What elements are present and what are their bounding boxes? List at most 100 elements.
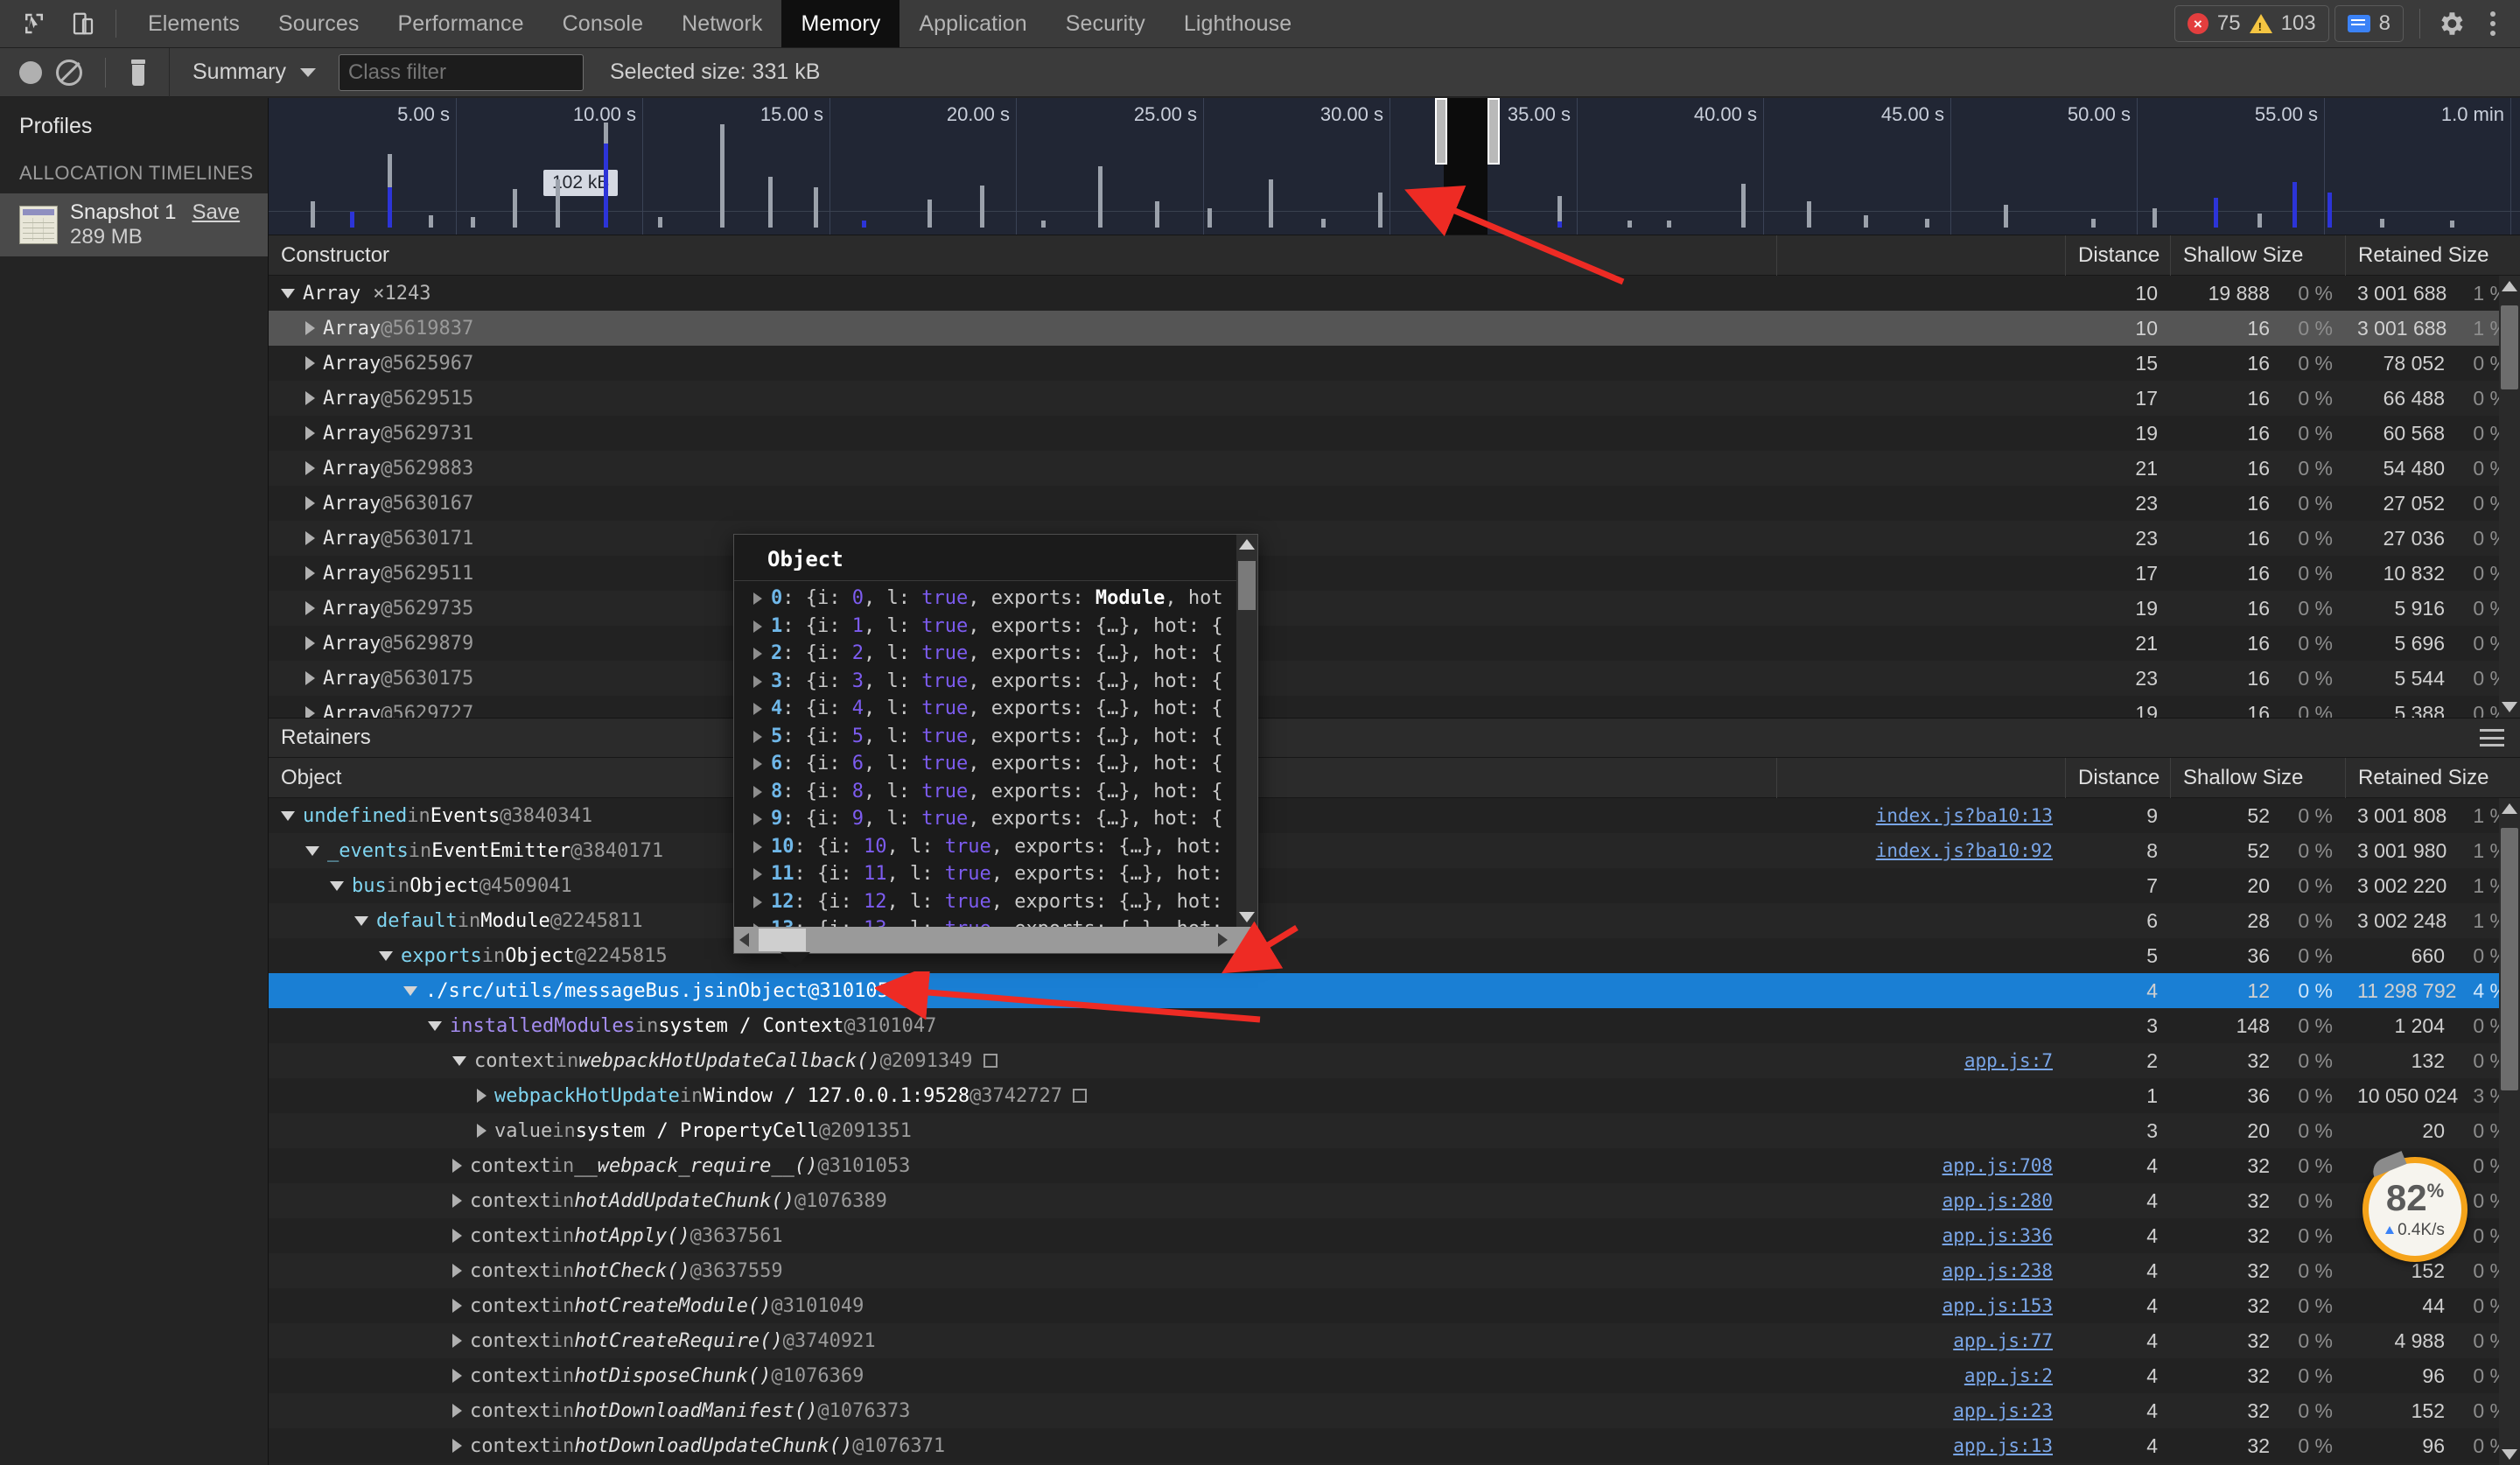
expand-triangle-icon[interactable] xyxy=(753,730,762,743)
expand-triangle-icon[interactable] xyxy=(753,813,762,825)
popup-property-row[interactable]: 5: {i: 5, l: true, exports: {…}, hot: { xyxy=(753,723,1257,751)
tab-application[interactable]: Application xyxy=(900,0,1046,47)
table-row[interactable]: Array @5629731 19 16 0 % 60 568 0 % xyxy=(269,416,2520,451)
scroll-left-icon[interactable] xyxy=(739,933,749,947)
messages-badge-group[interactable]: 8 xyxy=(2334,5,2404,42)
expand-triangle-icon[interactable] xyxy=(452,1194,462,1208)
expand-triangle-icon[interactable] xyxy=(452,1334,462,1348)
tab-network[interactable]: Network xyxy=(662,0,781,47)
popup-property-row[interactable]: 6: {i: 6, l: true, exports: {…}, hot: { xyxy=(753,750,1257,778)
table-row[interactable]: context in __webpack_require__() @310105… xyxy=(269,1148,2520,1183)
expand-triangle-icon[interactable] xyxy=(379,950,393,961)
retainers-scrollbar[interactable] xyxy=(2499,798,2520,1465)
expand-triangle-icon[interactable] xyxy=(477,1089,486,1103)
table-row[interactable]: Array @5629727 19 16 0 % 5 388 0 % xyxy=(269,696,2520,718)
table-row[interactable]: Array ×1243 10 19 888 0 % 3 001 688 1 % xyxy=(269,276,2520,311)
table-row[interactable]: Array @5629511 17 16 0 % 10 832 0 % xyxy=(269,556,2520,591)
trash-icon[interactable] xyxy=(129,59,148,86)
expand-triangle-icon[interactable] xyxy=(753,785,762,798)
table-row[interactable]: context in webpackHotUpdateCallback() @2… xyxy=(269,1043,2520,1078)
expand-triangle-icon[interactable] xyxy=(305,601,315,615)
expand-triangle-icon[interactable] xyxy=(753,758,762,770)
table-row[interactable]: context in hotCheck() @3637559 app.js:238… xyxy=(269,1253,2520,1288)
table-row[interactable]: context in hotDownloadManifest() @107637… xyxy=(269,1393,2520,1428)
source-link[interactable]: app.js:23 xyxy=(1953,1400,2053,1421)
table-row[interactable]: bus in Object @4509041 7 20 0 % 3 002 220 1 % xyxy=(269,868,2520,903)
scroll-up-icon[interactable] xyxy=(1239,539,1255,550)
table-row[interactable]: exports in Object @2245815 5 36 0 % 660 0 % xyxy=(269,938,2520,973)
expand-triangle-icon[interactable] xyxy=(305,531,315,545)
source-link[interactable]: app.js:708 xyxy=(1942,1155,2053,1176)
column-header-retained-size[interactable]: Retained Size xyxy=(2345,757,2520,798)
popup-property-row[interactable]: 10: {i: 10, l: true, exports: {…}, hot: xyxy=(753,833,1257,861)
source-link[interactable]: app.js:336 xyxy=(1942,1225,2053,1246)
table-row[interactable]: _events in EventEmitter @3840171 index.js… xyxy=(269,833,2520,868)
column-header-shallow-size[interactable]: Shallow Size xyxy=(2170,235,2345,276)
column-header-distance[interactable]: Distance xyxy=(2065,235,2170,276)
table-row[interactable]: context in hotCreateRequire() @3740921 ap… xyxy=(269,1323,2520,1358)
expand-triangle-icon[interactable] xyxy=(281,288,295,298)
scrollbar-thumb[interactable] xyxy=(1238,561,1256,610)
table-row[interactable]: Array @5630171 23 16 0 % 27 036 0 % xyxy=(269,521,2520,556)
table-row[interactable]: context in hotDisposeChunk() @1076369 app… xyxy=(269,1358,2520,1393)
table-row[interactable]: Array @5629883 21 16 0 % 54 480 0 % xyxy=(269,451,2520,486)
column-header-retained-size[interactable]: Retained Size xyxy=(2345,235,2520,276)
table-row[interactable]: undefined in Events @3840341 index.js?ba1… xyxy=(269,798,2520,833)
source-link[interactable]: index.js?ba10:92 xyxy=(1876,840,2053,861)
popup-property-row[interactable]: 8: {i: 8, l: true, exports: {…}, hot: { xyxy=(753,778,1257,806)
table-row[interactable]: default in Module @2245811 6 28 0 % 3 002 24… xyxy=(269,903,2520,938)
popup-property-row[interactable]: 4: {i: 4, l: true, exports: {…}, hot: { xyxy=(753,695,1257,723)
tab-console[interactable]: Console xyxy=(543,0,662,47)
column-header-constructor[interactable]: Constructor xyxy=(269,235,1776,276)
table-row[interactable]: context in hotCreateModule() @3101049 app… xyxy=(269,1288,2520,1323)
expand-triangle-icon[interactable] xyxy=(753,620,762,633)
scrollbar-thumb[interactable] xyxy=(2501,305,2518,389)
scroll-up-icon[interactable] xyxy=(2502,803,2517,814)
table-row[interactable]: value in system / PropertyCell @2091351 3… xyxy=(269,1113,2520,1148)
popup-property-row[interactable]: 11: {i: 11, l: true, exports: {…}, hot: xyxy=(753,860,1257,888)
constructors-scrollbar[interactable] xyxy=(2499,276,2520,718)
expand-triangle-icon[interactable] xyxy=(753,675,762,688)
table-row[interactable]: ./src/utils/messageBus.js in Object @310… xyxy=(269,973,2520,1008)
source-link[interactable]: app.js:7 xyxy=(1964,1050,2053,1071)
tab-elements[interactable]: Elements xyxy=(129,0,259,47)
tab-performance[interactable]: Performance xyxy=(378,0,542,47)
popup-vertical-scrollbar[interactable] xyxy=(1236,535,1257,927)
scrollbar-thumb[interactable] xyxy=(759,929,806,951)
inspect-element-icon[interactable] xyxy=(14,4,54,44)
expand-triangle-icon[interactable] xyxy=(403,985,417,996)
expand-triangle-icon[interactable] xyxy=(753,648,762,660)
table-row[interactable]: installedModules in system / Context @31… xyxy=(269,1008,2520,1043)
expand-triangle-icon[interactable] xyxy=(305,636,315,650)
table-row[interactable]: Array @5619837 10 16 0 % 3 001 688 1 % xyxy=(269,311,2520,346)
table-row[interactable]: context in hotAddUpdateChunk() @1076389 a… xyxy=(269,1183,2520,1218)
expand-triangle-icon[interactable] xyxy=(281,810,295,821)
popup-property-row[interactable]: 3: {i: 3, l: true, exports: {…}, hot: { xyxy=(753,668,1257,696)
source-link[interactable]: app.js:280 xyxy=(1942,1190,2053,1211)
no-entry-icon[interactable] xyxy=(56,59,82,86)
view-mode-select[interactable]: Summary xyxy=(170,60,316,85)
source-link[interactable]: app.js:2 xyxy=(1964,1365,2053,1386)
expand-triangle-icon[interactable] xyxy=(452,1055,466,1066)
expand-triangle-icon[interactable] xyxy=(452,1264,462,1278)
table-row[interactable]: Array @5629879 21 16 0 % 5 696 0 % xyxy=(269,626,2520,661)
expand-triangle-icon[interactable] xyxy=(452,1439,462,1453)
tab-sources[interactable]: Sources xyxy=(259,0,378,47)
expand-triangle-icon[interactable] xyxy=(305,321,315,335)
scroll-down-icon[interactable] xyxy=(2502,702,2517,712)
tab-lighthouse[interactable]: Lighthouse xyxy=(1165,0,1311,47)
popup-property-row[interactable]: 9: {i: 9, l: true, exports: {…}, hot: { xyxy=(753,805,1257,833)
timeline-window-handle-right[interactable] xyxy=(1488,98,1500,165)
tab-memory[interactable]: Memory xyxy=(781,0,900,47)
expand-triangle-icon[interactable] xyxy=(452,1159,462,1173)
table-row[interactable]: Array @5630167 23 16 0 % 27 052 0 % xyxy=(269,486,2520,521)
expand-triangle-icon[interactable] xyxy=(452,1229,462,1243)
expand-triangle-icon[interactable] xyxy=(305,356,315,370)
popup-property-row[interactable]: 12: {i: 12, l: true, exports: {…}, hot: xyxy=(753,888,1257,916)
source-link[interactable]: app.js:238 xyxy=(1942,1260,2053,1281)
object-preview-popup[interactable]: Object 0: {i: 0, l: true, exports: Modul… xyxy=(733,534,1258,968)
source-link[interactable]: index.js?ba10:13 xyxy=(1876,805,2053,826)
timeline-selection-window[interactable] xyxy=(1444,98,1488,235)
expand-triangle-icon[interactable] xyxy=(452,1299,462,1313)
column-header-shallow-size[interactable]: Shallow Size xyxy=(2170,757,2345,798)
